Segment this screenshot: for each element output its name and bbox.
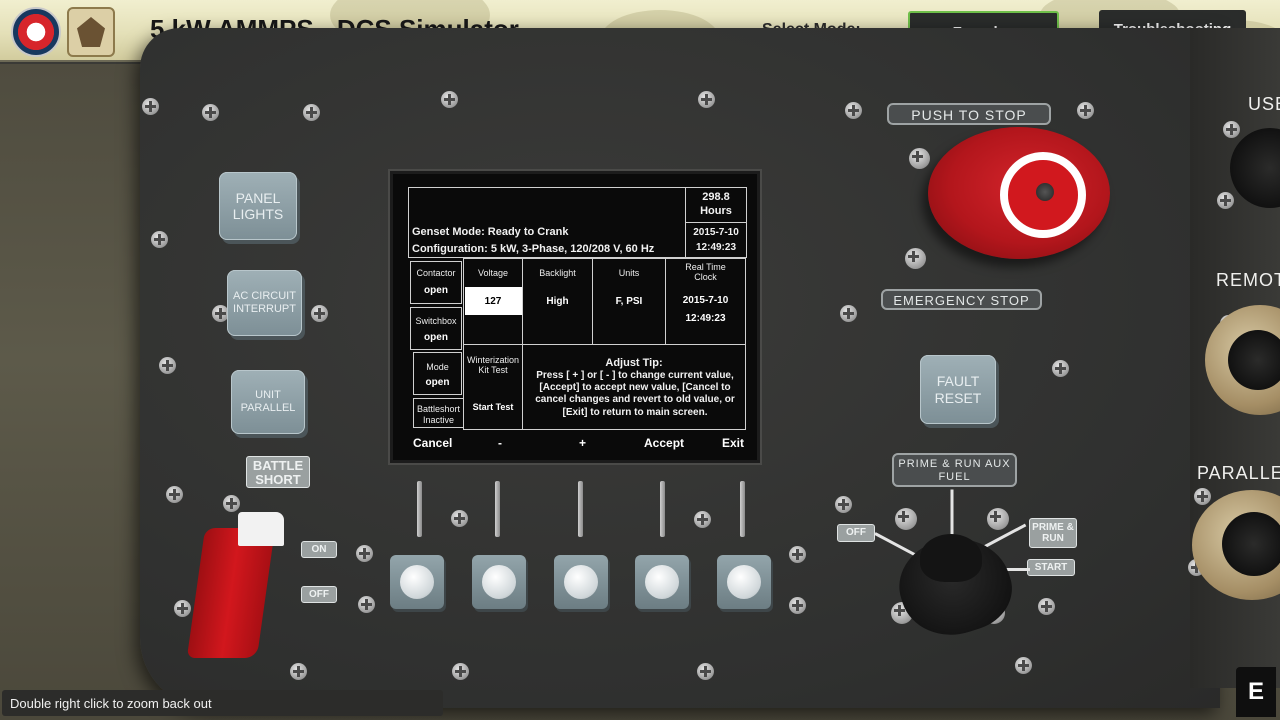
organization-logo xyxy=(11,7,61,57)
softkey-cancel-button[interactable] xyxy=(390,555,444,609)
softkey-indicator xyxy=(660,481,665,537)
battle-short-plate: BATTLE SHORT xyxy=(246,456,310,488)
remote-connector-core xyxy=(1228,330,1280,390)
screw-icon xyxy=(441,91,458,108)
insignia-logo xyxy=(67,7,115,57)
rotary-tick xyxy=(950,489,954,536)
prime-run-aux-fuel-plate: PRIME & RUN AUX FUEL xyxy=(892,453,1017,487)
rotary-off-label: OFF xyxy=(837,524,875,542)
screw-icon xyxy=(202,104,219,121)
screw-icon xyxy=(789,597,806,614)
softkey-indicator xyxy=(578,481,583,537)
controller-display xyxy=(390,171,760,463)
softkey-indicator xyxy=(417,481,422,537)
panel-lights-button[interactable]: PANEL LIGHTS xyxy=(219,172,297,240)
emergency-stop-plate: EMERGENCY STOP xyxy=(881,289,1042,310)
screw-icon xyxy=(159,357,176,374)
screw-icon xyxy=(698,91,715,108)
softkey-minus-button[interactable] xyxy=(472,555,526,609)
fault-reset-button[interactable]: FAULT RESET xyxy=(920,355,996,424)
screw-icon xyxy=(694,511,711,528)
status-text: Double right click to zoom back out xyxy=(10,695,212,711)
rotary-knob-pointer[interactable] xyxy=(920,534,982,582)
unit-parallel-label: UNIT PARALLEL xyxy=(240,389,296,414)
rotary-prime-run-label: PRIME & RUN xyxy=(1029,518,1077,548)
e-button[interactable]: E xyxy=(1236,667,1276,717)
screw-icon xyxy=(789,546,806,563)
screw-icon xyxy=(1223,121,1240,138)
screw-icon xyxy=(1052,360,1069,377)
softkey-indicator xyxy=(495,481,500,537)
screw-icon xyxy=(697,663,714,680)
screw-icon xyxy=(1015,657,1032,674)
screw-icon xyxy=(166,486,183,503)
push-to-stop-plate: PUSH TO STOP xyxy=(887,103,1051,125)
screw-icon xyxy=(142,98,159,115)
remote-label: REMOTE xyxy=(1216,270,1280,290)
screw-icon xyxy=(845,102,862,119)
screw-icon xyxy=(909,148,930,169)
status-bar: Double right click to zoom back out xyxy=(2,690,443,716)
screw-icon xyxy=(840,305,857,322)
screw-icon xyxy=(452,663,469,680)
screw-icon xyxy=(303,104,320,121)
softkey-accept-button[interactable] xyxy=(635,555,689,609)
softkey-plus-label: + xyxy=(579,436,587,450)
unit-parallel-button[interactable]: UNIT PARALLEL xyxy=(231,370,305,434)
screw-icon xyxy=(1038,598,1055,615)
softkey-plus-button[interactable] xyxy=(554,555,608,609)
screw-icon xyxy=(1077,102,1094,119)
battle-short-switch-cap[interactable] xyxy=(238,512,284,546)
ac-circuit-interrupt-button[interactable]: AC CIRCUIT INTERRUPT xyxy=(227,270,302,336)
screw-icon xyxy=(1217,192,1234,209)
screw-icon xyxy=(835,496,852,513)
screw-icon xyxy=(358,596,375,613)
softkey-minus-label: - xyxy=(498,436,502,450)
softkey-indicator xyxy=(740,481,745,537)
screw-icon xyxy=(174,600,191,617)
screw-icon xyxy=(151,231,168,248)
emergency-stop-center-icon xyxy=(1036,183,1054,201)
screw-icon xyxy=(451,510,468,527)
softkey-accept-label: Accept xyxy=(644,436,685,450)
screw-icon xyxy=(290,663,307,680)
switch-off-label: OFF xyxy=(301,586,337,603)
screw-icon xyxy=(311,305,328,322)
softkey-exit-button[interactable] xyxy=(717,555,771,609)
screw-icon xyxy=(356,545,373,562)
switch-on-label: ON xyxy=(301,541,337,558)
parallel-label: PARALLEL xyxy=(1197,463,1280,483)
panel-lights-label: PANEL LIGHTS xyxy=(232,189,284,222)
screw-icon xyxy=(905,248,926,269)
fault-reset-label: FAULT RESET xyxy=(934,373,982,406)
softkey-cancel-label: Cancel xyxy=(413,436,453,450)
rotary-start-label: START xyxy=(1027,559,1075,576)
parallel-connector-core xyxy=(1222,512,1280,576)
use-label: USE xyxy=(1248,94,1280,114)
ac-circuit-interrupt-label: AC CIRCUIT INTERRUPT xyxy=(233,290,296,315)
screw-icon xyxy=(223,495,240,512)
softkey-exit-label: Exit xyxy=(722,436,745,450)
screw-icon xyxy=(1194,488,1211,505)
screw-icon xyxy=(895,508,917,530)
screw-icon xyxy=(987,508,1009,530)
